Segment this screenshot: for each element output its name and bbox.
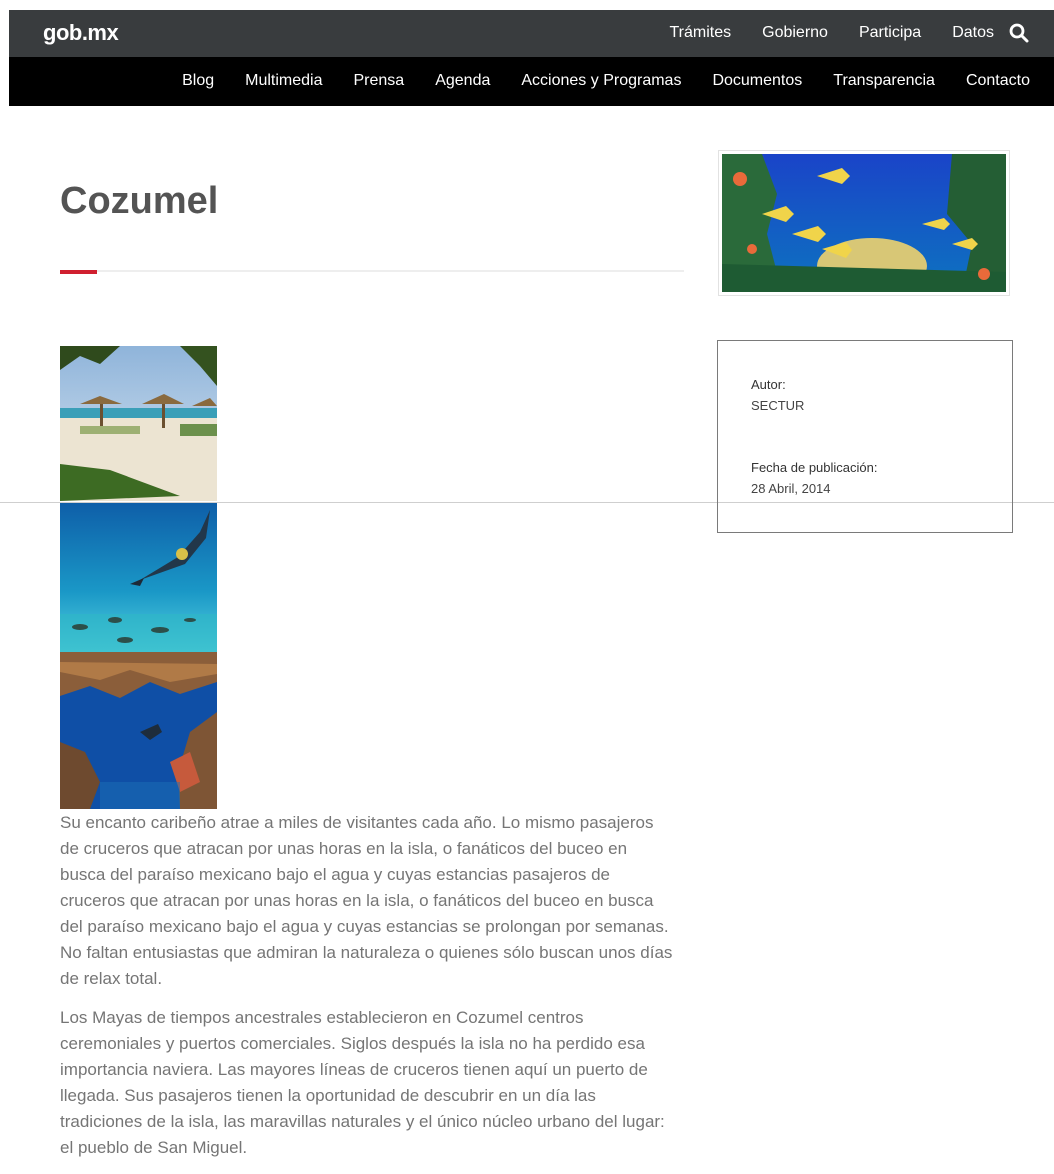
reef-photo bbox=[60, 652, 217, 809]
publication-date-label: Fecha de publicación: bbox=[751, 460, 878, 475]
site-logo[interactable]: gob.mx bbox=[43, 20, 119, 46]
article-paragraph-1: Su encanto caribeño atrae a miles de vis… bbox=[60, 813, 673, 988]
nav-transparencia[interactable]: Transparencia bbox=[833, 72, 935, 90]
top-link-gobierno[interactable]: Gobierno bbox=[762, 24, 828, 42]
main-nav: Blog Multimedia Prensa Agenda Acciones y… bbox=[9, 57, 1054, 106]
beach-photo bbox=[60, 346, 217, 501]
author-value: SECTUR bbox=[751, 398, 805, 413]
top-bar: gob.mx Trámites Gobierno Participa Datos bbox=[9, 10, 1054, 57]
article-body: Su encanto caribeño atrae a miles de vis… bbox=[60, 810, 675, 1174]
nav-prensa[interactable]: Prensa bbox=[354, 72, 405, 90]
article-info-box: Autor: SECTUR Fecha de publicación: 28 A… bbox=[717, 340, 1013, 533]
top-link-tramites[interactable]: Trámites bbox=[669, 24, 731, 42]
author-label: Autor: bbox=[751, 377, 786, 392]
article-paragraph-2: Los Mayas de tiempos ancestrales estable… bbox=[60, 1008, 665, 1157]
nav-contacto[interactable]: Contacto bbox=[966, 72, 1030, 90]
top-links: Trámites Gobierno Participa Datos bbox=[669, 24, 994, 42]
page-title: Cozumel bbox=[60, 180, 219, 222]
snorkel-photo bbox=[60, 502, 217, 652]
nav-acciones-programas[interactable]: Acciones y Programas bbox=[521, 72, 681, 90]
sidebar-fish-image bbox=[718, 150, 1010, 296]
nav-documentos[interactable]: Documentos bbox=[712, 72, 802, 90]
search-icon[interactable] bbox=[1008, 22, 1030, 44]
nav-agenda[interactable]: Agenda bbox=[435, 72, 490, 90]
nav-links: Blog Multimedia Prensa Agenda Acciones y… bbox=[182, 72, 1030, 90]
title-accent-bar bbox=[60, 270, 97, 274]
top-link-datos[interactable]: Datos bbox=[952, 24, 994, 42]
top-link-participa[interactable]: Participa bbox=[859, 24, 921, 42]
nav-blog[interactable]: Blog bbox=[182, 72, 214, 90]
nav-multimedia[interactable]: Multimedia bbox=[245, 72, 322, 90]
publication-date-value: 28 Abril, 2014 bbox=[751, 481, 831, 496]
title-divider bbox=[60, 270, 684, 272]
